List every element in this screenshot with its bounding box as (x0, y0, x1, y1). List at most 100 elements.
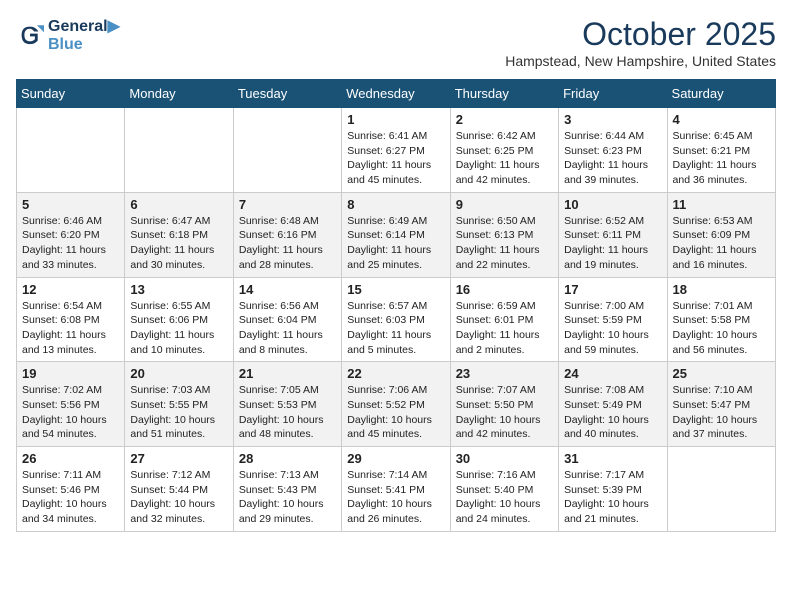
calendar-day-cell: 30 Sunrise: 7:16 AM Sunset: 5:40 PM Dayli… (450, 447, 558, 532)
calendar-day-cell: 26 Sunrise: 7:11 AM Sunset: 5:46 PM Dayli… (17, 447, 125, 532)
calendar-day-cell: 21 Sunrise: 7:05 AM Sunset: 5:53 PM Dayli… (233, 362, 341, 447)
title-block: October 2025 Hampstead, New Hampshire, U… (505, 16, 776, 69)
day-info: Sunrise: 7:12 AM Sunset: 5:44 PM Dayligh… (130, 468, 227, 527)
calendar-day-cell: 20 Sunrise: 7:03 AM Sunset: 5:55 PM Dayli… (125, 362, 233, 447)
calendar-day-cell: 31Sunrise: 7:17 AM Sunset: 5:39 PM Dayli… (559, 447, 667, 532)
day-info: Sunrise: 6:52 AM Sunset: 6:11 PM Dayligh… (564, 214, 661, 273)
day-info: Sunrise: 6:41 AM Sunset: 6:27 PM Dayligh… (347, 129, 444, 188)
calendar-empty-cell (17, 108, 125, 193)
day-of-week-header: Saturday (667, 80, 775, 108)
day-info: Sunrise: 7:05 AM Sunset: 5:53 PM Dayligh… (239, 383, 336, 442)
calendar-day-cell: 24 Sunrise: 7:08 AM Sunset: 5:49 PM Dayli… (559, 362, 667, 447)
day-number: 16 (456, 282, 553, 297)
day-info: Sunrise: 7:11 AM Sunset: 5:46 PM Dayligh… (22, 468, 119, 527)
day-number: 9 (456, 197, 553, 212)
day-number: 29 (347, 451, 444, 466)
day-info: Sunrise: 7:03 AM Sunset: 5:55 PM Dayligh… (130, 383, 227, 442)
day-info: Sunrise: 6:49 AM Sunset: 6:14 PM Dayligh… (347, 214, 444, 273)
day-info: Sunrise: 6:54 AM Sunset: 6:08 PM Dayligh… (22, 299, 119, 358)
day-number: 7 (239, 197, 336, 212)
day-number: 5 (22, 197, 119, 212)
calendar-day-cell: 18Sunrise: 7:01 AM Sunset: 5:58 PM Dayli… (667, 277, 775, 362)
day-number: 17 (564, 282, 661, 297)
calendar-day-cell: 11Sunrise: 6:53 AM Sunset: 6:09 PM Dayli… (667, 192, 775, 277)
calendar-week-row: 19 Sunrise: 7:02 AM Sunset: 5:56 PM Dayli… (17, 362, 776, 447)
calendar-day-cell: 4Sunrise: 6:45 AM Sunset: 6:21 PM Daylig… (667, 108, 775, 193)
calendar-day-cell: 10Sunrise: 6:52 AM Sunset: 6:11 PM Dayli… (559, 192, 667, 277)
calendar-header-row: SundayMondayTuesdayWednesdayThursdayFrid… (17, 80, 776, 108)
day-info: Sunrise: 7:00 AM Sunset: 5:59 PM Dayligh… (564, 299, 661, 358)
day-number: 24 (564, 366, 661, 381)
day-number: 27 (130, 451, 227, 466)
location: Hampstead, New Hampshire, United States (505, 53, 776, 69)
calendar-day-cell: 27 Sunrise: 7:12 AM Sunset: 5:44 PM Dayli… (125, 447, 233, 532)
day-info: Sunrise: 6:55 AM Sunset: 6:06 PM Dayligh… (130, 299, 227, 358)
calendar-day-cell: 17 Sunrise: 7:00 AM Sunset: 5:59 PM Dayli… (559, 277, 667, 362)
day-info: Sunrise: 7:14 AM Sunset: 5:41 PM Dayligh… (347, 468, 444, 527)
day-info: Sunrise: 7:08 AM Sunset: 5:49 PM Dayligh… (564, 383, 661, 442)
day-number: 25 (673, 366, 770, 381)
calendar-week-row: 5Sunrise: 6:46 AM Sunset: 6:20 PM Daylig… (17, 192, 776, 277)
calendar-day-cell: 15 Sunrise: 6:57 AM Sunset: 6:03 PM Dayli… (342, 277, 450, 362)
day-number: 3 (564, 112, 661, 127)
day-number: 23 (456, 366, 553, 381)
calendar-day-cell: 16 Sunrise: 6:59 AM Sunset: 6:01 PM Dayli… (450, 277, 558, 362)
day-number: 31 (564, 451, 661, 466)
day-info: Sunrise: 6:42 AM Sunset: 6:25 PM Dayligh… (456, 129, 553, 188)
calendar-day-cell: 3 Sunrise: 6:44 AM Sunset: 6:23 PM Daylig… (559, 108, 667, 193)
logo: General▶ Blue (16, 16, 120, 54)
day-number: 22 (347, 366, 444, 381)
day-number: 1 (347, 112, 444, 127)
day-info: Sunrise: 6:48 AM Sunset: 6:16 PM Dayligh… (239, 214, 336, 273)
day-info: Sunrise: 7:16 AM Sunset: 5:40 PM Dayligh… (456, 468, 553, 527)
calendar-week-row: 26 Sunrise: 7:11 AM Sunset: 5:46 PM Dayli… (17, 447, 776, 532)
calendar-empty-cell (667, 447, 775, 532)
day-number: 2 (456, 112, 553, 127)
calendar-day-cell: 7 Sunrise: 6:48 AM Sunset: 6:16 PM Daylig… (233, 192, 341, 277)
calendar-day-cell: 9Sunrise: 6:50 AM Sunset: 6:13 PM Daylig… (450, 192, 558, 277)
day-number: 4 (673, 112, 770, 127)
day-info: Sunrise: 7:01 AM Sunset: 5:58 PM Dayligh… (673, 299, 770, 358)
day-info: Sunrise: 7:10 AM Sunset: 5:47 PM Dayligh… (673, 383, 770, 442)
day-info: Sunrise: 6:56 AM Sunset: 6:04 PM Dayligh… (239, 299, 336, 358)
calendar-empty-cell (125, 108, 233, 193)
day-number: 11 (673, 197, 770, 212)
calendar-day-cell: 5Sunrise: 6:46 AM Sunset: 6:20 PM Daylig… (17, 192, 125, 277)
calendar-day-cell: 23Sunrise: 7:07 AM Sunset: 5:50 PM Dayli… (450, 362, 558, 447)
calendar-week-row: 12Sunrise: 6:54 AM Sunset: 6:08 PM Dayli… (17, 277, 776, 362)
page-header: General▶ Blue October 2025 Hampstead, Ne… (16, 16, 776, 69)
calendar-empty-cell (233, 108, 341, 193)
calendar-day-cell: 22 Sunrise: 7:06 AM Sunset: 5:52 PM Dayli… (342, 362, 450, 447)
day-number: 26 (22, 451, 119, 466)
day-number: 28 (239, 451, 336, 466)
day-of-week-header: Friday (559, 80, 667, 108)
day-number: 20 (130, 366, 227, 381)
day-info: Sunrise: 7:02 AM Sunset: 5:56 PM Dayligh… (22, 383, 119, 442)
day-info: Sunrise: 6:44 AM Sunset: 6:23 PM Dayligh… (564, 129, 661, 188)
day-number: 13 (130, 282, 227, 297)
day-of-week-header: Sunday (17, 80, 125, 108)
calendar-day-cell: 8 Sunrise: 6:49 AM Sunset: 6:14 PM Daylig… (342, 192, 450, 277)
day-number: 6 (130, 197, 227, 212)
day-info: Sunrise: 7:13 AM Sunset: 5:43 PM Dayligh… (239, 468, 336, 527)
calendar-table: SundayMondayTuesdayWednesdayThursdayFrid… (16, 79, 776, 532)
calendar-day-cell: 19 Sunrise: 7:02 AM Sunset: 5:56 PM Dayli… (17, 362, 125, 447)
day-number: 21 (239, 366, 336, 381)
logo-icon (16, 21, 44, 49)
day-number: 30 (456, 451, 553, 466)
calendar-day-cell: 1 Sunrise: 6:41 AM Sunset: 6:27 PM Daylig… (342, 108, 450, 193)
day-info: Sunrise: 6:57 AM Sunset: 6:03 PM Dayligh… (347, 299, 444, 358)
calendar-day-cell: 25 Sunrise: 7:10 AM Sunset: 5:47 PM Dayli… (667, 362, 775, 447)
day-of-week-header: Wednesday (342, 80, 450, 108)
day-info: Sunrise: 7:06 AM Sunset: 5:52 PM Dayligh… (347, 383, 444, 442)
day-number: 19 (22, 366, 119, 381)
day-of-week-header: Monday (125, 80, 233, 108)
day-of-week-header: Tuesday (233, 80, 341, 108)
day-number: 15 (347, 282, 444, 297)
calendar-week-row: 1 Sunrise: 6:41 AM Sunset: 6:27 PM Daylig… (17, 108, 776, 193)
calendar-day-cell: 12Sunrise: 6:54 AM Sunset: 6:08 PM Dayli… (17, 277, 125, 362)
day-info: Sunrise: 6:59 AM Sunset: 6:01 PM Dayligh… (456, 299, 553, 358)
calendar-day-cell: 28 Sunrise: 7:13 AM Sunset: 5:43 PM Dayli… (233, 447, 341, 532)
day-number: 8 (347, 197, 444, 212)
calendar-day-cell: 29 Sunrise: 7:14 AM Sunset: 5:41 PM Dayli… (342, 447, 450, 532)
